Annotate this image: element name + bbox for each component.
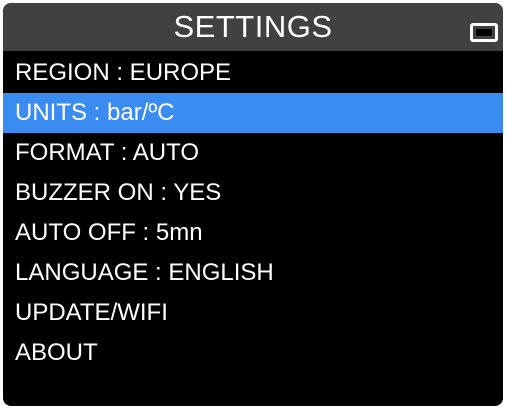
settings-menu: REGION : EUROPE UNITS : bar/ºC FORMAT : … bbox=[3, 53, 503, 373]
menu-item-region[interactable]: REGION : EUROPE bbox=[3, 53, 503, 93]
device-screen: SETTINGS REGION : EUROPE UNITS : bar/ºC … bbox=[3, 3, 503, 406]
header-bar: SETTINGS bbox=[3, 3, 503, 51]
menu-item-auto-off[interactable]: AUTO OFF : 5mn bbox=[3, 213, 503, 253]
menu-item-units[interactable]: UNITS : bar/ºC bbox=[3, 93, 503, 133]
menu-item-format[interactable]: FORMAT : AUTO bbox=[3, 133, 503, 173]
battery-icon bbox=[470, 23, 498, 42]
menu-item-update-wifi[interactable]: UPDATE/WIFI bbox=[3, 293, 503, 333]
page-title: SETTINGS bbox=[173, 9, 333, 44]
battery-icon-inner bbox=[476, 29, 492, 36]
menu-item-about[interactable]: ABOUT bbox=[3, 333, 503, 373]
menu-item-buzzer[interactable]: BUZZER ON : YES bbox=[3, 173, 503, 213]
menu-item-language[interactable]: LANGUAGE : ENGLISH bbox=[3, 253, 503, 293]
